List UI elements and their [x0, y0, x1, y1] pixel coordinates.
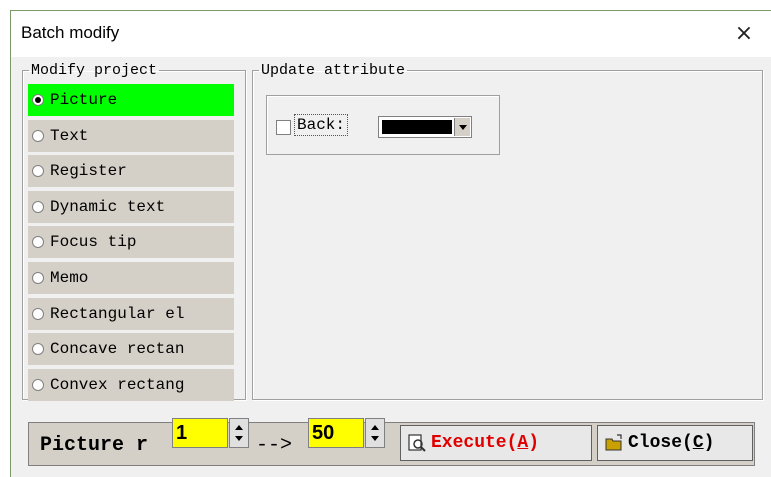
- radio-item-picture[interactable]: Picture: [28, 84, 234, 116]
- radio-icon: [32, 236, 44, 249]
- close-button[interactable]: Close(C): [597, 425, 753, 461]
- radio-icon: [32, 129, 44, 142]
- close-hotkey: C: [692, 433, 704, 453]
- radio-icon: [32, 200, 44, 213]
- modify-project-legend: Modify project: [31, 62, 158, 79]
- range-from-spinner-icon[interactable]: [229, 418, 249, 448]
- radio-label: Text: [50, 126, 89, 145]
- modify-project-list: Picture Text Register Dynamic text Focus…: [28, 84, 234, 404]
- radio-item-concave-rectangle[interactable]: Concave rectan: [28, 333, 234, 366]
- radio-item-memo[interactable]: Memo: [28, 261, 234, 294]
- radio-label: Rectangular el: [50, 304, 185, 323]
- range-label: Picture r: [40, 434, 149, 457]
- back-color-select[interactable]: [378, 116, 472, 138]
- radio-item-convex-rectangle[interactable]: Convex rectang: [28, 368, 234, 401]
- title-bar: Batch modify ×: [11, 11, 771, 57]
- range-arrow: -->: [256, 434, 293, 457]
- radio-item-rectangular[interactable]: Rectangular el: [28, 297, 234, 330]
- dropdown-arrow-icon[interactable]: [454, 118, 470, 136]
- radio-item-dynamic-text[interactable]: Dynamic text: [28, 190, 234, 223]
- radio-icon: [32, 165, 44, 178]
- folder-close-icon: [605, 434, 622, 451]
- radio-icon: [32, 271, 44, 284]
- execute-hotkey: A: [517, 433, 529, 453]
- radio-item-focus-tip[interactable]: Focus tip: [28, 226, 234, 259]
- radio-icon: [32, 307, 44, 320]
- execute-label: Execute(: [431, 433, 518, 453]
- radio-label: Convex rectang: [50, 375, 185, 394]
- close-label: Close(: [628, 433, 693, 453]
- range-from-input[interactable]: 1: [172, 418, 228, 448]
- radio-label: Concave rectan: [50, 340, 185, 359]
- radio-label: Focus tip: [50, 233, 137, 252]
- radio-label: Register: [50, 162, 127, 181]
- radio-item-register[interactable]: Register: [28, 155, 234, 188]
- preview-icon: [408, 434, 426, 452]
- radio-label: Picture: [50, 91, 118, 109]
- close-label-end: ): [703, 433, 715, 453]
- back-checkbox[interactable]: [276, 120, 291, 135]
- radio-label: Memo: [50, 268, 89, 287]
- execute-label-end: ): [528, 433, 540, 453]
- radio-icon: [32, 378, 44, 391]
- range-to-spinner-icon[interactable]: [365, 418, 385, 448]
- color-swatch: [382, 120, 452, 134]
- dialog-title: Batch modify: [21, 23, 120, 42]
- range-to-input[interactable]: 50: [308, 418, 364, 448]
- radio-icon: [32, 343, 44, 356]
- radio-item-text[interactable]: Text: [28, 119, 234, 152]
- update-attribute-legend: Update attribute: [261, 62, 406, 79]
- execute-button[interactable]: Execute(A): [400, 425, 592, 461]
- close-icon[interactable]: ×: [729, 19, 759, 49]
- radio-label: Dynamic text: [50, 197, 166, 216]
- radio-selected-icon: [32, 94, 44, 106]
- back-label: Back:: [294, 114, 349, 136]
